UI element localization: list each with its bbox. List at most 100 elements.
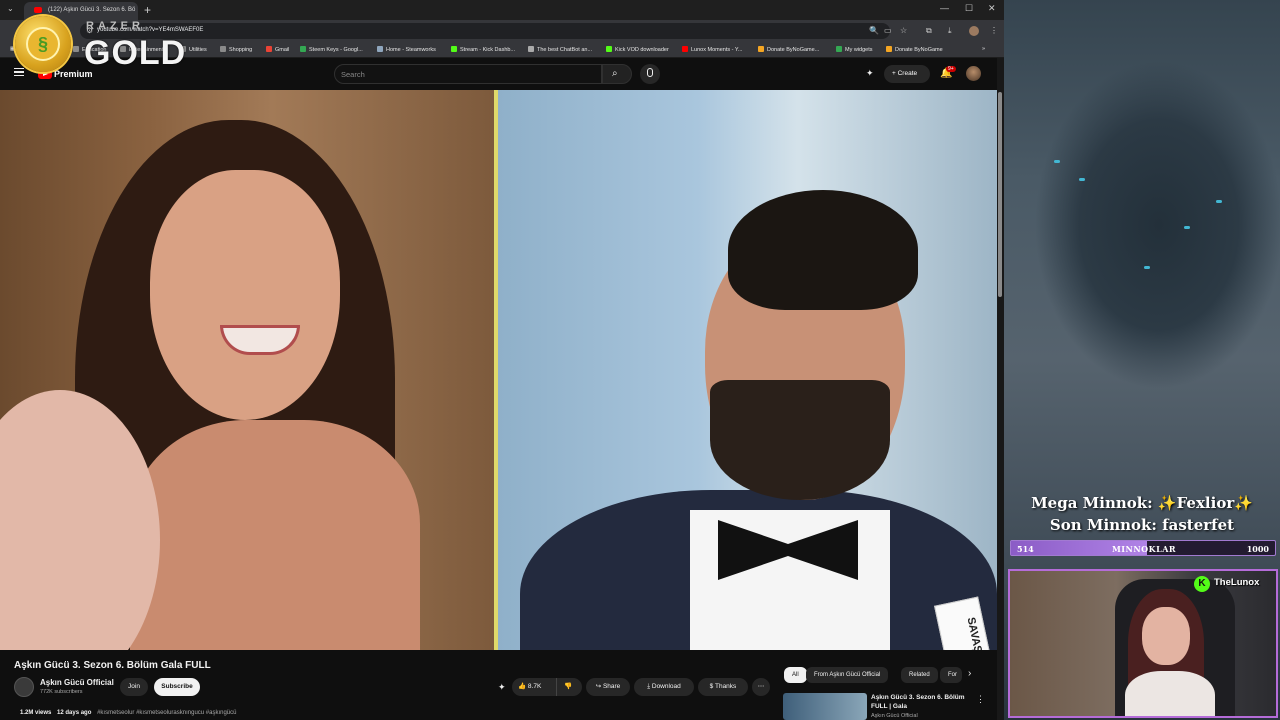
- bookmark-item[interactable]: Shopping: [220, 46, 252, 53]
- ask-ai-icon[interactable]: ✦: [498, 682, 506, 693]
- video-meta: 1.2M views 12 days ago #kısmetseolur #kı…: [20, 710, 236, 716]
- goal-label: MINNOKLAR: [1111, 544, 1177, 554]
- cast-icon[interactable]: ▭: [884, 26, 892, 35]
- cast-video-icon[interactable]: ✦: [866, 68, 874, 79]
- subscriber-count: 772K subscribers: [40, 689, 83, 695]
- widgets-icon: [836, 46, 842, 52]
- folder-icon: [73, 46, 79, 52]
- tab-search-chevron-icon[interactable]: ⌄: [7, 4, 14, 13]
- gold-brand-text: GOLD: [84, 34, 187, 72]
- extensions-icon[interactable]: ⧉: [926, 26, 932, 36]
- son-minnok-label: Son Minnok: fasterfet: [1049, 516, 1235, 534]
- search-input[interactable]: [334, 64, 602, 84]
- webcam-feed: K TheLunox: [1008, 569, 1278, 718]
- streamer-name: TheLunox: [1214, 577, 1260, 588]
- like-count[interactable]: 8.7K: [528, 683, 541, 690]
- like-icon[interactable]: 👍: [518, 683, 528, 690]
- channel-name[interactable]: Aşkın Gücü Official: [40, 678, 114, 687]
- like-dislike-group: 👍 8.7K 👎: [512, 678, 582, 696]
- chip-for-you[interactable]: For: [940, 667, 962, 683]
- close-window-icon[interactable]: ✕: [988, 3, 996, 14]
- subscribe-button[interactable]: Subscribe: [154, 678, 200, 696]
- bookmark-item[interactable]: Steem Keys - Googl...: [300, 46, 363, 53]
- like-divider: [556, 678, 557, 696]
- dragon-artwork: [1034, 60, 1280, 390]
- profile-avatar[interactable]: [969, 26, 979, 36]
- zoom-icon[interactable]: 🔍: [869, 26, 879, 35]
- folder-icon: [220, 46, 226, 52]
- goal-target: 1000: [1246, 544, 1269, 554]
- bynogame-icon: [758, 46, 764, 52]
- video-player[interactable]: SAVAŞ: [0, 90, 997, 650]
- microphone-icon: [647, 68, 653, 77]
- bookmark-item[interactable]: The best ChatBot an...: [528, 46, 592, 53]
- chip-all[interactable]: All: [784, 667, 807, 683]
- thanks-button[interactable]: $ Thanks: [698, 678, 748, 696]
- bynogame-icon: [886, 46, 892, 52]
- view-count: 1.2M views: [20, 710, 52, 716]
- browser-window: ⌄ (122) Aşkın Gücü 3. Sezon 6. Bö ✕ + — …: [0, 0, 1004, 720]
- mega-minnok-label: Mega Minnok: ✨Fexlior✨: [1031, 494, 1253, 512]
- browser-menu-icon[interactable]: ⋮: [990, 26, 998, 35]
- recommended-thumbnail[interactable]: [783, 693, 867, 720]
- youtube-favicon-icon: [34, 7, 42, 13]
- account-avatar[interactable]: [966, 66, 981, 81]
- minnok-goal-bar: 514 MINNOKLAR 1000: [1010, 540, 1276, 556]
- more-bookmarks-icon[interactable]: »: [982, 46, 985, 52]
- dislike-icon[interactable]: 👎: [564, 678, 572, 696]
- share-button[interactable]: ↪ Share: [586, 678, 630, 696]
- youtube-icon: [682, 46, 688, 52]
- bookmark-item[interactable]: Donate ByNoGame...: [758, 46, 819, 53]
- sheets-icon: [300, 46, 306, 52]
- man-hair: [728, 190, 918, 310]
- channel-avatar[interactable]: [14, 677, 34, 697]
- razer-gold-coin-logo: §: [15, 16, 71, 72]
- search-button[interactable]: ⌕: [602, 64, 632, 84]
- stream-overlay-panel: Mega Minnok: ✨Fexlior✨ Son Minnok: faste…: [1004, 0, 1280, 720]
- minimize-icon[interactable]: —: [940, 3, 949, 13]
- video-hashtags[interactable]: #kısmetseolur #kısmetseolurasknıngucu #a…: [97, 710, 236, 716]
- steam-icon: [377, 46, 383, 52]
- tab-title: (122) Aşkın Gücü 3. Sezon 6. Bö: [48, 7, 136, 13]
- bookmark-item[interactable]: Gmail: [266, 46, 289, 53]
- chip-from-channel[interactable]: From Aşkın Gücü Official: [806, 667, 889, 683]
- recommended-title[interactable]: Aşkın Gücü 3. Sezon 6. Bölüm FULL | Gala: [871, 693, 976, 711]
- video-title: Aşkın Gücü 3. Sezon 6. Bölüm Gala FULL: [14, 660, 211, 671]
- join-button[interactable]: Join: [120, 678, 148, 696]
- bookmark-item[interactable]: Stream - Kick Dashb...: [451, 46, 515, 53]
- streamer-body: [1125, 671, 1215, 716]
- page-scrollbar-thumb[interactable]: [998, 92, 1002, 297]
- man-beard: [710, 380, 890, 500]
- kick-icon: [451, 46, 457, 52]
- bookmark-item[interactable]: Kick VOD downloader: [606, 46, 669, 53]
- bookmark-star-icon[interactable]: ☆: [900, 26, 907, 35]
- chatbot-icon: [528, 46, 534, 52]
- more-horizontal-icon: ⋯: [757, 683, 765, 690]
- kick-icon: [606, 46, 612, 52]
- gmail-icon: [266, 46, 272, 52]
- download-button[interactable]: ⤓ Download: [634, 678, 694, 696]
- more-actions-button[interactable]: ⋯: [752, 678, 770, 696]
- dragon-glow-mark: [1184, 226, 1190, 229]
- video-info-section: Aşkın Gücü 3. Sezon 6. Bölüm Gala FULL A…: [0, 650, 997, 720]
- razer-snake-icon: §: [26, 27, 60, 61]
- search-placeholder: Search: [341, 70, 365, 79]
- bookmark-item[interactable]: Lunox Moments - Y...: [682, 46, 742, 53]
- recommended-channel[interactable]: Aşkın Gücü Official: [871, 713, 918, 719]
- dragon-glow-mark: [1144, 266, 1150, 269]
- share-icon: ↪: [595, 683, 603, 690]
- create-button[interactable]: + Create: [884, 65, 930, 83]
- chips-next-icon[interactable]: ›: [968, 668, 971, 679]
- new-tab-icon[interactable]: +: [144, 3, 151, 17]
- razer-brand-text: RAZER: [86, 20, 144, 32]
- bookmark-item[interactable]: Home - Steamworks: [377, 46, 436, 53]
- voice-search-button[interactable]: [640, 64, 660, 84]
- downloads-icon[interactable]: ⤓: [948, 26, 952, 36]
- bookmark-item[interactable]: Donate ByNoGame: [886, 46, 943, 53]
- hamburger-menu-icon[interactable]: [14, 68, 24, 76]
- bookmark-item[interactable]: My widgets: [836, 46, 873, 53]
- maximize-icon[interactable]: ☐: [965, 3, 973, 14]
- kick-logo-icon: K: [1194, 576, 1210, 592]
- recommended-more-icon[interactable]: ⋮: [976, 694, 985, 705]
- chip-related[interactable]: Related: [901, 667, 938, 683]
